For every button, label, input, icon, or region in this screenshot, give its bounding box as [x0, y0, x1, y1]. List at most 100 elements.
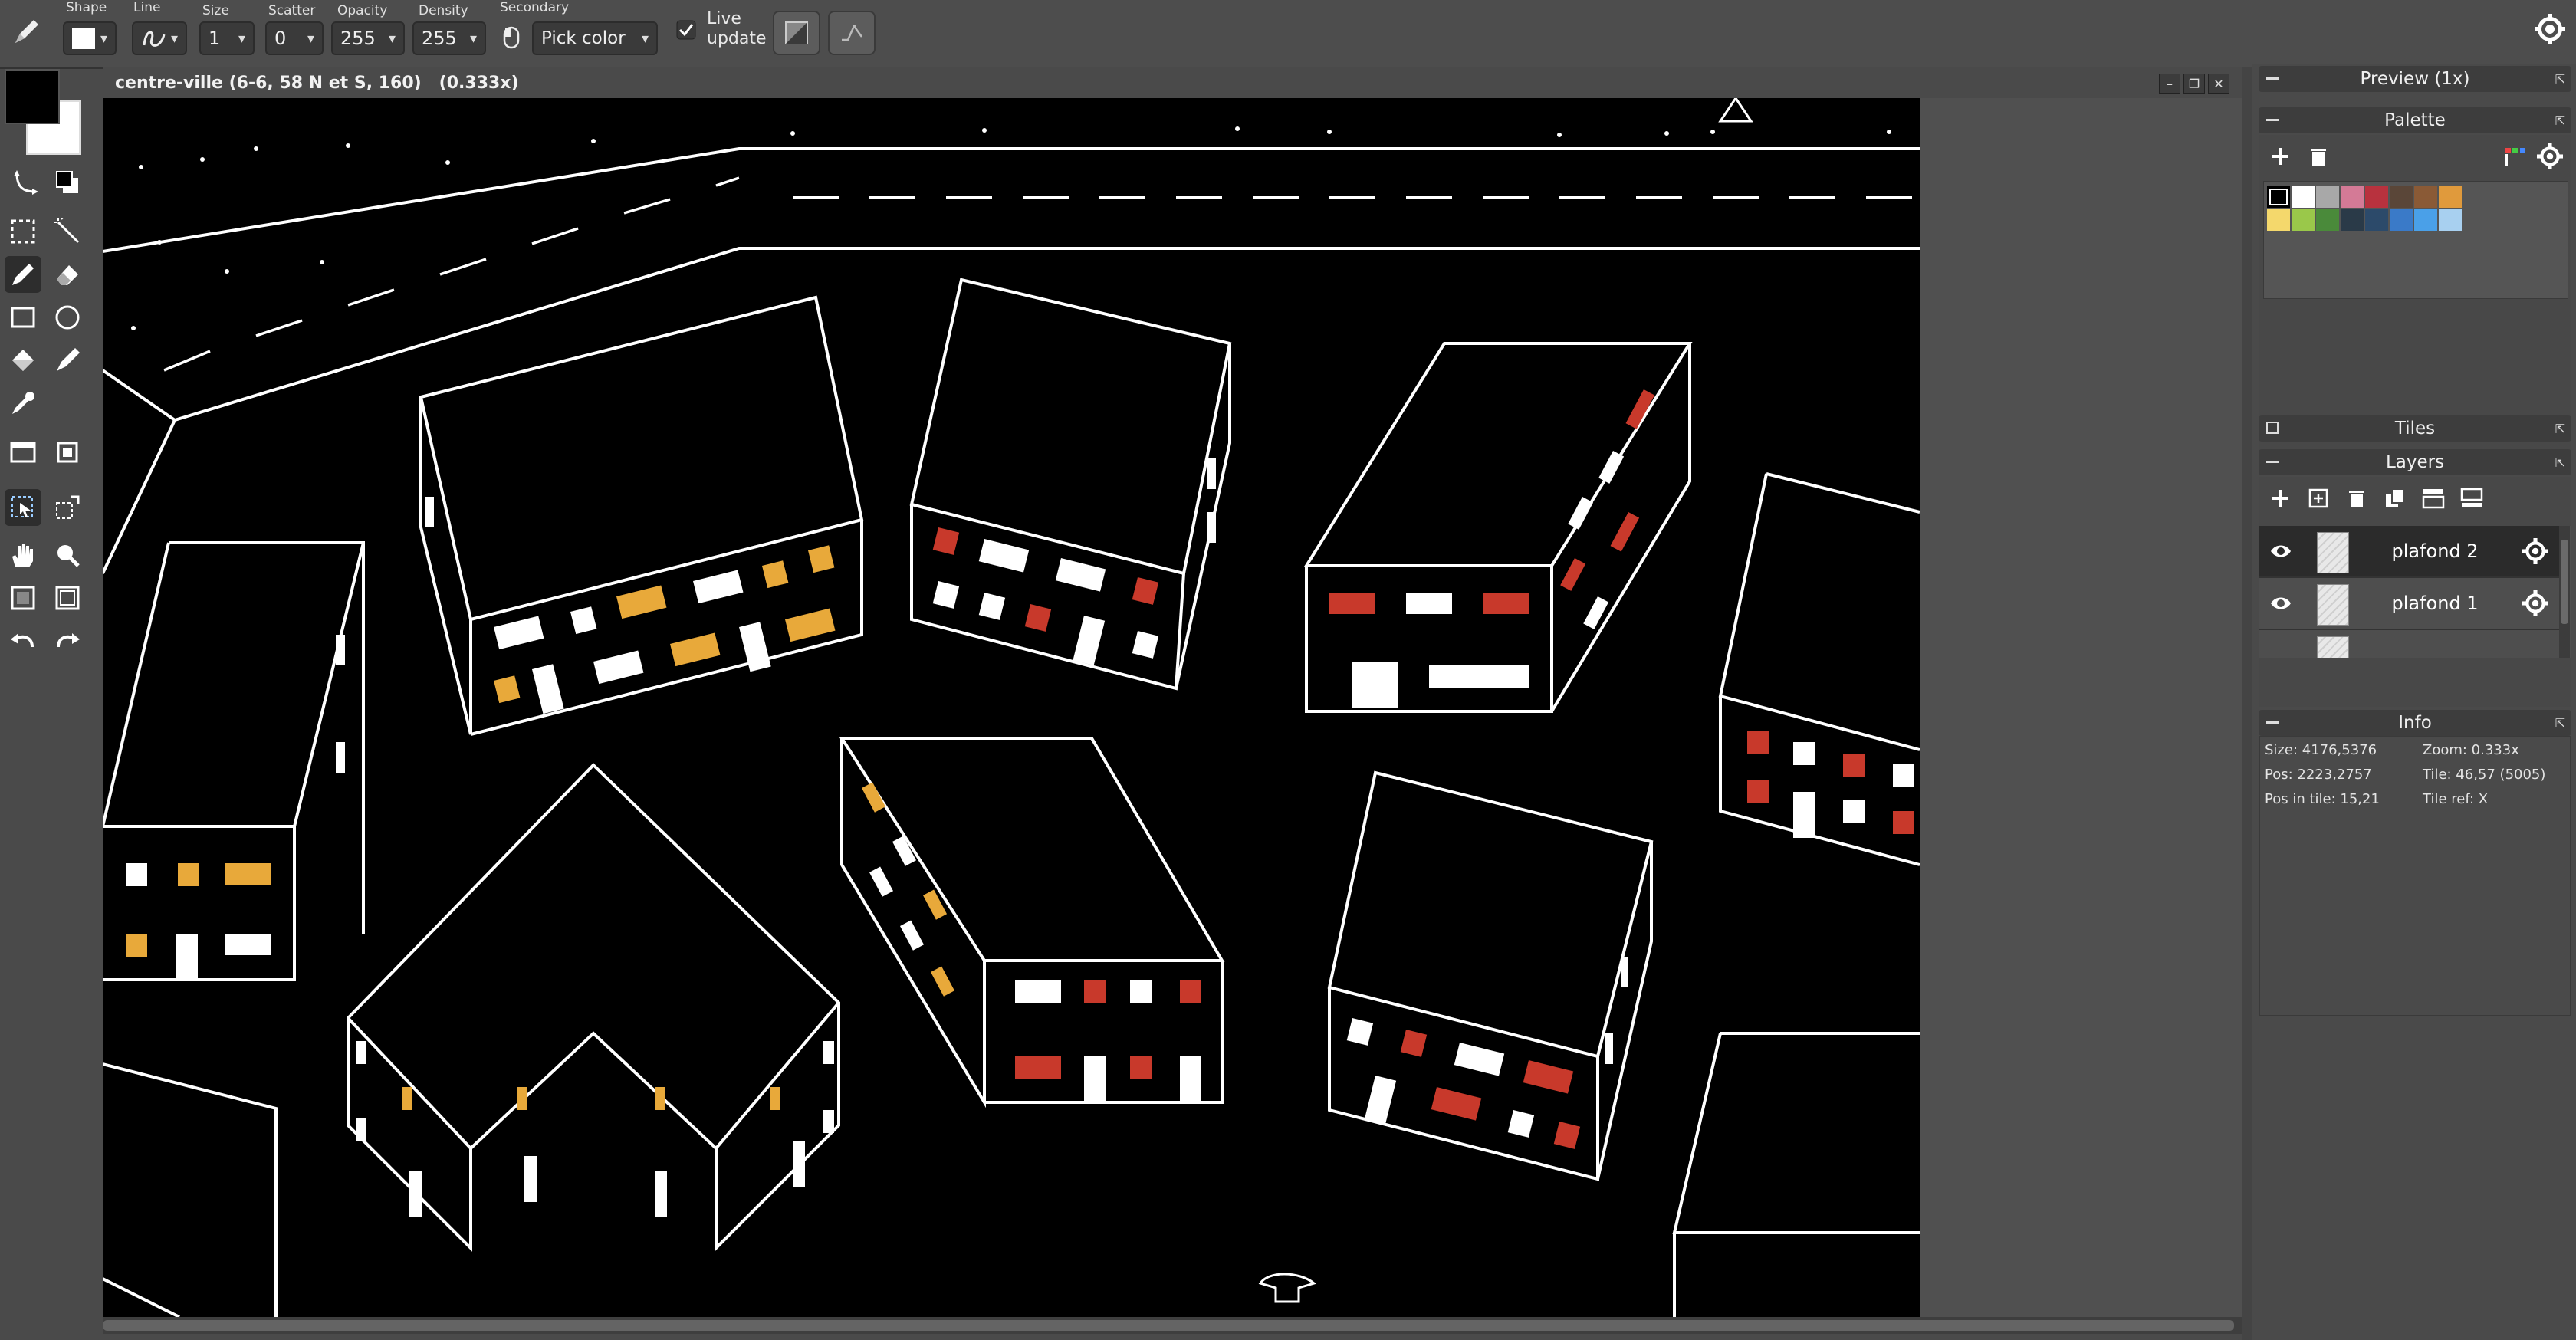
pin-icon[interactable]: ⇱ — [2555, 72, 2565, 87]
zoom-icon[interactable] — [49, 537, 86, 573]
palette-swatch[interactable] — [2414, 186, 2437, 208]
ellipse-icon[interactable] — [49, 299, 86, 336]
add-layer-icon[interactable] — [2263, 481, 2297, 515]
panel-splitter[interactable] — [2242, 67, 2252, 1340]
layers-panel-header[interactable]: Layers ⇱ — [2259, 449, 2571, 475]
palette-swatch[interactable] — [2414, 209, 2437, 231]
duplicate-layer-icon[interactable] — [2302, 481, 2335, 515]
curve-mode-button[interactable] — [828, 11, 876, 55]
palette-swatch[interactable] — [2390, 186, 2413, 208]
fill-bucket-icon[interactable] — [5, 342, 41, 379]
palette-swatch[interactable] — [2292, 209, 2315, 231]
palette-panel-title: Palette — [2384, 110, 2446, 130]
undo-icon[interactable] — [5, 622, 41, 659]
layer-thumbnail — [2317, 584, 2349, 626]
brush-icon[interactable] — [49, 342, 86, 379]
palette-swatch[interactable] — [2365, 209, 2388, 231]
palette-swatch[interactable] — [2341, 209, 2364, 231]
drawing-canvas[interactable] — [103, 98, 2242, 1317]
density-dropdown[interactable]: 255 ▾ — [412, 21, 486, 55]
frame-icon — [785, 21, 808, 44]
pencil-icon[interactable] — [5, 256, 41, 293]
palette-swatch[interactable] — [2316, 186, 2339, 208]
redo-icon[interactable] — [49, 622, 86, 659]
tiles-panel-title: Tiles — [2394, 419, 2436, 438]
merge-layer-icon[interactable] — [2378, 481, 2412, 515]
brush-tool-icon[interactable] — [11, 14, 44, 51]
restore-window-button[interactable]: ❐ — [2183, 74, 2205, 94]
curve-line-icon — [143, 31, 166, 47]
palette-swatch[interactable] — [2341, 186, 2364, 208]
scatter-dropdown[interactable]: 0 ▾ — [265, 21, 324, 55]
layer-settings-gear-icon[interactable] — [2522, 590, 2548, 619]
drawing-canvas-area[interactable] — [103, 98, 2242, 1317]
scatter-value: 0 — [274, 28, 287, 49]
layer-row[interactable] — [2259, 630, 2559, 658]
size-label: Size — [202, 3, 229, 18]
size-dropdown[interactable]: 1 ▾ — [199, 21, 255, 55]
rectangle-icon[interactable] — [5, 299, 41, 336]
rect-select-icon[interactable] — [5, 213, 41, 250]
layer-settings-gear-icon[interactable] — [2522, 538, 2548, 567]
opacity-dropdown[interactable]: 255 ▾ — [331, 21, 405, 55]
magic-wand-icon[interactable] — [49, 213, 86, 250]
shape-dropdown[interactable]: ▾ — [63, 21, 117, 55]
pointer-select-icon[interactable] — [5, 489, 41, 526]
size-value: 1 — [209, 28, 221, 49]
palette-settings-gear-icon[interactable] — [2533, 140, 2567, 173]
move-selection-icon[interactable] — [49, 489, 86, 526]
reset-colors-icon[interactable] — [49, 164, 86, 201]
hand-pan-icon[interactable] — [5, 537, 41, 573]
eyedropper-icon[interactable] — [5, 385, 41, 422]
text-area-icon[interactable] — [5, 434, 41, 471]
visibility-eye-icon[interactable] — [2269, 593, 2292, 616]
line-dropdown[interactable]: ▾ — [132, 21, 187, 55]
palette-swatch[interactable] — [2267, 186, 2290, 208]
layer-row[interactable]: plafond 2 — [2259, 526, 2559, 578]
palette-swatch[interactable] — [2439, 209, 2462, 231]
info-panel-header[interactable]: Info ⇱ — [2259, 710, 2571, 736]
layer-thumbnail — [2317, 532, 2349, 573]
chevron-down-icon: ▾ — [238, 30, 245, 47]
swap-colors-icon[interactable] — [8, 164, 44, 201]
secondary-action-dropdown[interactable]: Pick color ▾ — [532, 21, 658, 55]
layer-list-scrollbar[interactable] — [2559, 526, 2570, 658]
palette-colors-icon[interactable] — [2498, 140, 2532, 173]
layer-up-icon[interactable] — [2417, 481, 2450, 515]
top-toolbar: Shape ▾ Line ▾ Size 1 ▾ Scatter 0 ▾ Opac… — [0, 0, 2576, 69]
palette-swatch[interactable] — [2365, 186, 2388, 208]
tiles-panel-header[interactable]: Tiles ⇱ — [2259, 415, 2571, 442]
primary-color-swatch[interactable] — [5, 69, 60, 124]
transform-icon[interactable] — [49, 434, 86, 471]
minimize-window-button[interactable]: – — [2159, 74, 2180, 94]
horizontal-scrollbar[interactable] — [103, 1317, 2242, 1334]
info-position: Pos: 2223,2757 — [2265, 767, 2372, 783]
add-color-icon[interactable] — [2263, 140, 2297, 173]
palette-swatch[interactable] — [2439, 186, 2462, 208]
visibility-eye-icon[interactable] — [2269, 541, 2292, 564]
palette-swatch[interactable] — [2316, 209, 2339, 231]
delete-layer-icon[interactable] — [2340, 481, 2374, 515]
info-pos-in-tile: Pos in tile: 15,21 — [2265, 791, 2380, 807]
palette-swatch[interactable] — [2390, 209, 2413, 231]
preview-panel-header[interactable]: Preview (1x) ⇱ — [2259, 66, 2571, 92]
pin-icon[interactable]: ⇱ — [2555, 422, 2565, 436]
layer-thumbnail — [2317, 636, 2349, 658]
pin-icon[interactable]: ⇱ — [2555, 716, 2565, 731]
grid-view-icon[interactable] — [5, 580, 41, 616]
canvas-mode-button[interactable] — [773, 11, 820, 55]
pin-icon[interactable]: ⇱ — [2555, 113, 2565, 128]
pin-icon[interactable]: ⇱ — [2555, 455, 2565, 470]
palette-swatch[interactable] — [2267, 209, 2290, 231]
live-update-label-2: update — [707, 29, 767, 48]
settings-gear-icon[interactable] — [2535, 14, 2565, 48]
delete-color-icon[interactable] — [2302, 140, 2335, 173]
layer-down-icon[interactable] — [2455, 481, 2489, 515]
palette-swatch[interactable] — [2292, 186, 2315, 208]
palette-panel-header[interactable]: Palette ⇱ — [2259, 107, 2571, 133]
eraser-icon[interactable] — [49, 256, 86, 293]
checkbox-checked-icon — [676, 20, 696, 40]
close-window-button[interactable]: ✕ — [2208, 74, 2229, 94]
frame-view-icon[interactable] — [49, 580, 86, 616]
layer-row[interactable]: plafond 1 — [2259, 578, 2559, 630]
